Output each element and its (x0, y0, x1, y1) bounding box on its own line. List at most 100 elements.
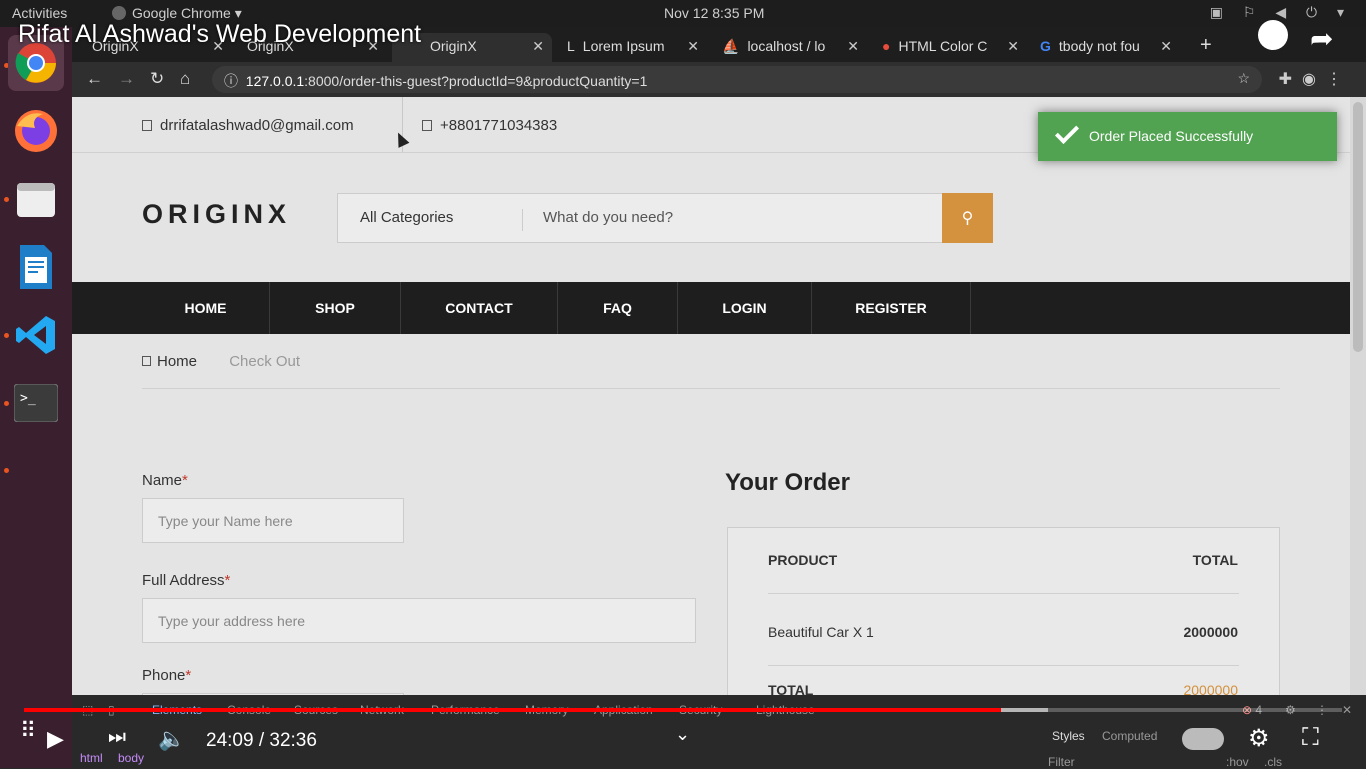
contact-email: drrifatalashwad0@gmail.com (142, 117, 354, 134)
bookmark-star-icon[interactable]: ☆ (1237, 70, 1250, 87)
new-tab-button[interactable]: + (1190, 29, 1220, 58)
next-video-icon[interactable]: ⏭ (108, 726, 126, 749)
tab-tbody-search[interactable]: Gtbody not fou ✕ (1030, 33, 1180, 62)
nav-shop[interactable]: SHOP (270, 282, 401, 334)
libreoffice-writer-dock-icon[interactable] (8, 239, 64, 295)
browser-toolbar: ← → ↻ ⌂ ⓘ 127.0.0.1:8000/order-this-gues… (72, 62, 1366, 97)
order-total-value: 2000000 (1183, 682, 1238, 695)
email-text: drrifatalashwad0@gmail.com (160, 117, 354, 134)
phone-text: +8801771034383 (440, 117, 558, 134)
close-tab-icon[interactable]: ✕ (1007, 38, 1019, 55)
reload-icon[interactable]: ↻ (150, 69, 164, 89)
name-input[interactable]: Type your Name here (142, 498, 404, 543)
lorem-favicon: L (567, 38, 575, 54)
autoplay-toggle[interactable] (1182, 728, 1224, 750)
tab-label: tbody not fou (1058, 38, 1140, 54)
order-summary: PRODUCT TOTAL Beautiful Car X 1 2000000 … (727, 527, 1280, 695)
address-bar[interactable]: ⓘ 127.0.0.1:8000/order-this-guest?produc… (212, 66, 1262, 93)
extensions-area[interactable]: ✚◉⋮ (1279, 69, 1352, 89)
address-label: Full Address* (142, 572, 230, 589)
back-icon[interactable]: ← (86, 69, 103, 89)
watch-later-icon[interactable] (1258, 20, 1288, 50)
volume-icon[interactable]: 🔈 (158, 726, 185, 752)
terminal-dock-icon[interactable]: >_ (8, 375, 64, 431)
firefox-dock-icon[interactable] (8, 103, 64, 159)
miniplayer-grid-icon[interactable]: ⠿ (20, 718, 36, 744)
forward-icon[interactable]: → (118, 69, 135, 89)
breadcrumb: Home Check Out (142, 353, 300, 370)
address-input[interactable]: Type your address here (142, 598, 696, 643)
search-icon: ⚲ (961, 210, 974, 227)
close-tab-icon[interactable]: ✕ (1160, 38, 1172, 55)
video-player-controls: ⠿ ▶ ⏭ 🔈 24:09 / 32:36 ⌄ ⚙ ⛶ (0, 700, 1366, 768)
activities-button[interactable]: Activities (12, 5, 67, 21)
nav-home[interactable]: HOME (142, 282, 270, 334)
site-info-icon[interactable]: ⓘ (224, 73, 238, 89)
page-scrollbar[interactable] (1350, 97, 1366, 695)
url-path: :8000/order-this-guest?productId=9&produ… (304, 73, 648, 89)
success-toast[interactable]: Order Placed Successfully (1038, 112, 1337, 161)
files-dock-icon[interactable] (8, 171, 64, 227)
toast-message: Order Placed Successfully (1089, 128, 1254, 144)
envelope-icon (142, 120, 152, 131)
order-item-name: Beautiful Car X 1 (768, 624, 874, 640)
chrome-small-icon (112, 6, 126, 20)
tab-lorem-ipsum[interactable]: L Lorem Ipsum ✕ (557, 33, 707, 62)
app-name: Google Chrome (132, 5, 231, 21)
exit-fullscreen-icon[interactable]: ⛶ (1302, 724, 1319, 752)
video-title[interactable]: Rifat Al Ashwad's Web Development (18, 20, 421, 49)
tab-label: HTML Color C (898, 38, 988, 54)
running-indicator (4, 468, 9, 473)
home-icon (142, 356, 151, 366)
col-product: PRODUCT (768, 552, 838, 568)
required-mark: * (185, 667, 192, 684)
svg-text:>_: >_ (20, 391, 36, 406)
system-clock[interactable]: Nov 12 8:35 PM (664, 5, 764, 21)
play-icon[interactable]: ▶ (47, 726, 64, 752)
profile-avatar[interactable]: ◉ (1302, 71, 1326, 88)
divider (768, 593, 1239, 594)
nav-login[interactable]: LOGIN (678, 282, 812, 334)
close-tab-icon[interactable]: ✕ (532, 38, 544, 55)
required-mark: * (224, 572, 231, 589)
divider (522, 209, 523, 231)
breadcrumb-home[interactable]: Home (142, 353, 197, 370)
scrollbar-thumb[interactable] (1353, 102, 1363, 352)
home-icon[interactable]: ⌂ (180, 69, 190, 89)
nav-contact[interactable]: CONTACT (401, 282, 558, 334)
site-logo[interactable]: ORIGINX (142, 199, 291, 230)
checkmark-icon (1054, 119, 1080, 145)
vscode-dock-icon[interactable] (8, 307, 64, 363)
required-mark: * (182, 472, 188, 489)
video-progress-bar[interactable] (24, 708, 1342, 712)
ubuntu-dock: >_ (0, 27, 72, 768)
tab-label: localhost / lo (747, 38, 826, 54)
system-tray[interactable]: ▣ ⚐ ◀ ⏻ ▾ (1210, 4, 1352, 21)
color-picker-favicon: ● (882, 38, 891, 54)
nav-faq[interactable]: FAQ (558, 282, 678, 334)
divider (768, 665, 1239, 666)
close-tab-icon[interactable]: ✕ (847, 38, 859, 55)
name-label: Name* (142, 472, 188, 489)
settings-gear-icon[interactable]: ⚙ (1248, 724, 1270, 753)
tab-label: Lorem Ipsum (582, 38, 665, 54)
order-item-price: 2000000 (1183, 624, 1238, 640)
category-select[interactable]: All Categories (360, 209, 453, 226)
breadcrumb-home-label: Home (157, 353, 198, 370)
chevron-down-icon[interactable]: ⌄ (675, 724, 690, 745)
order-heading: Your Order (725, 469, 850, 496)
nav-register[interactable]: REGISTER (812, 282, 971, 334)
close-tab-icon[interactable]: ✕ (687, 38, 699, 55)
contact-phone: +8801771034383 (422, 117, 557, 134)
puzzle-icon[interactable]: ✚ (1279, 71, 1302, 88)
breadcrumb-current: Check Out (229, 353, 301, 370)
url-host: 127.0.0.1 (245, 73, 305, 89)
col-total: TOTAL (1192, 552, 1238, 568)
tab-html-color[interactable]: ● HTML Color C ✕ (872, 33, 1027, 62)
search-button[interactable]: ⚲ (942, 193, 993, 243)
search-input[interactable]: What do you need? (543, 209, 673, 226)
share-icon[interactable]: ➦ (1310, 22, 1333, 55)
kebab-menu-icon[interactable]: ⋮ (1326, 71, 1352, 88)
tab-localhost[interactable]: ⛵ localhost / lo ✕ (712, 33, 867, 62)
phone-label: Phone* (142, 667, 191, 684)
